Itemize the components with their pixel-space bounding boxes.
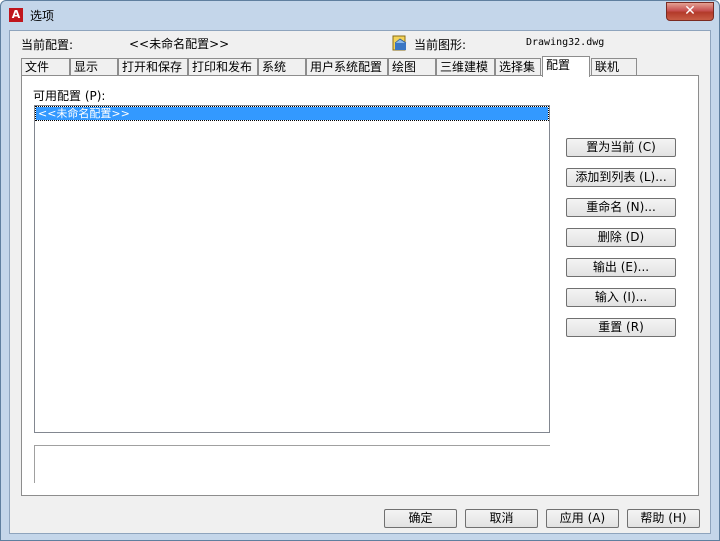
tab-selection[interactable]: 选择集	[495, 58, 541, 76]
list-item[interactable]: <<未命名配置>>	[35, 106, 549, 121]
autocad-logo-icon: A	[9, 8, 23, 22]
drawing-file-icon	[392, 35, 407, 51]
current-drawing-label: 当前图形:	[414, 38, 467, 52]
tab-3d-modeling[interactable]: 三维建模	[436, 58, 495, 76]
export-button[interactable]: 输出 (E)...	[566, 258, 676, 277]
tab-plot-and-publish[interactable]: 打印和发布	[188, 58, 258, 76]
import-button[interactable]: 输入 (I)...	[566, 288, 676, 307]
profile-description-box	[34, 445, 550, 483]
current-profile-label: 当前配置:	[21, 38, 74, 52]
current-drawing-value: Drawing32.dwg	[526, 37, 605, 48]
profiles-tab-panel: 可用配置 (P): <<未命名配置>> 置为当前 (C) 添加到列表 (L)..…	[21, 75, 699, 496]
available-profiles-label: 可用配置 (P):	[33, 89, 106, 103]
tab-files[interactable]: 文件	[21, 58, 70, 76]
options-dialog: A 选项 ✕ 当前配置: <<未命名配置>> 当前图形: Drawing32.d…	[0, 0, 720, 541]
add-to-list-button[interactable]: 添加到列表 (L)...	[566, 168, 676, 187]
rename-button[interactable]: 重命名 (N)...	[566, 198, 676, 217]
apply-button[interactable]: 应用 (A)	[546, 509, 619, 528]
tab-profiles[interactable]: 配置	[542, 56, 590, 77]
close-button[interactable]: ✕	[666, 2, 714, 21]
cancel-button[interactable]: 取消	[465, 509, 538, 528]
dialog-client-area: 当前配置: <<未命名配置>> 当前图形: Drawing32.dwg 文件 显…	[9, 30, 711, 534]
tab-system[interactable]: 系统	[258, 58, 306, 76]
current-profile-value: <<未命名配置>>	[129, 37, 230, 51]
tab-user-preferences[interactable]: 用户系统配置	[306, 58, 388, 76]
tab-display[interactable]: 显示	[70, 58, 118, 76]
delete-button[interactable]: 删除 (D)	[566, 228, 676, 247]
ok-button[interactable]: 确定	[384, 509, 457, 528]
title-bar[interactable]: A 选项 ✕	[1, 1, 719, 29]
window-title: 选项	[30, 9, 55, 23]
reset-button[interactable]: 重置 (R)	[566, 318, 676, 337]
set-current-button[interactable]: 置为当前 (C)	[566, 138, 676, 157]
help-button[interactable]: 帮助 (H)	[627, 509, 700, 528]
tab-drafting[interactable]: 绘图	[388, 58, 436, 76]
tab-online[interactable]: 联机	[591, 58, 637, 76]
tab-open-and-save[interactable]: 打开和保存	[118, 58, 188, 76]
profiles-listbox[interactable]: <<未命名配置>>	[34, 105, 550, 433]
